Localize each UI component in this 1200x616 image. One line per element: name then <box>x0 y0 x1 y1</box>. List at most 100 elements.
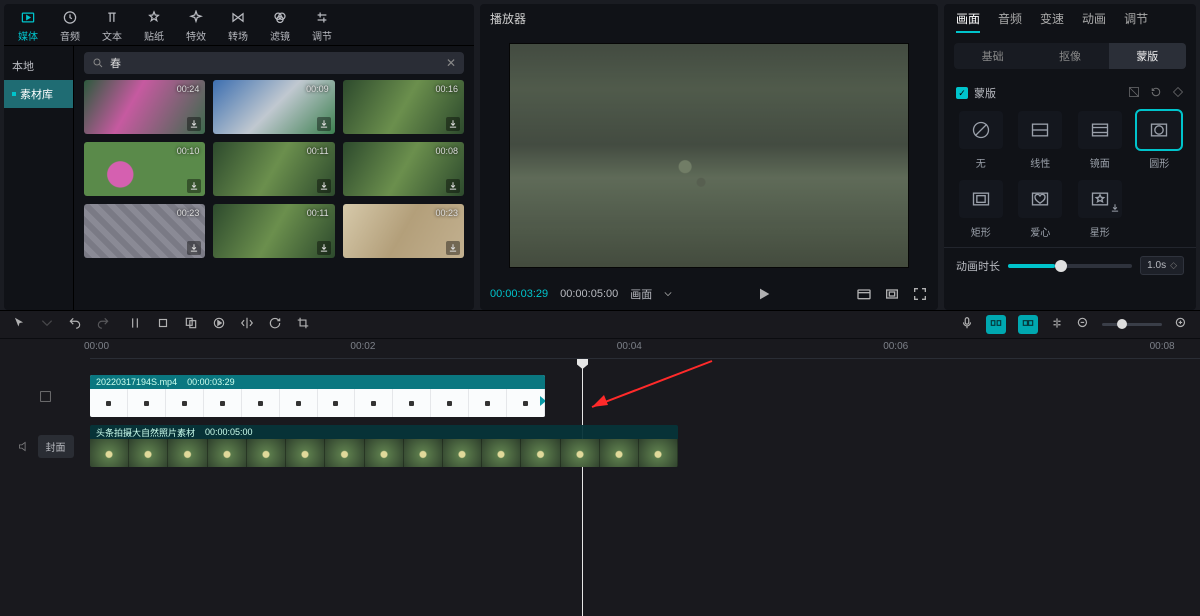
snapshot-button[interactable] <box>856 286 872 302</box>
zoom-out-button[interactable] <box>1076 316 1090 333</box>
split-button[interactable] <box>128 316 142 333</box>
track-head-overlay[interactable] <box>0 390 90 403</box>
reset-icon[interactable] <box>1150 86 1162 101</box>
media-thumb[interactable]: 00:09 <box>213 80 334 134</box>
mute-icon[interactable] <box>17 440 30 453</box>
search-icon <box>92 57 104 69</box>
search-input[interactable] <box>110 57 440 69</box>
scale-label[interactable]: 画面 <box>630 286 652 302</box>
copy-button[interactable] <box>184 316 198 333</box>
redo-button[interactable] <box>96 316 110 333</box>
download-icon[interactable] <box>317 241 331 255</box>
sidebar-item-library[interactable]: 素材库 <box>4 80 73 108</box>
mask-circle[interactable]: 圆形 <box>1135 111 1185 170</box>
media-thumb[interactable]: 00:08 <box>343 142 464 196</box>
zoom-slider[interactable] <box>1102 323 1162 326</box>
tab-animation[interactable]: 动画 <box>1082 10 1106 33</box>
link-button[interactable] <box>1018 315 1038 334</box>
mask-checkbox[interactable] <box>956 87 968 99</box>
track-head-main[interactable]: 封面 <box>0 435 90 458</box>
undo-button[interactable] <box>68 316 82 333</box>
media-thumb[interactable]: 00:10 <box>84 142 205 196</box>
keyframe-icon[interactable] <box>1172 86 1184 101</box>
toolbar-audio[interactable]: 音频 <box>60 10 80 43</box>
anim-value[interactable]: 1.0s <box>1140 256 1184 275</box>
download-icon[interactable] <box>317 117 331 131</box>
media-thumb[interactable]: 00:23 <box>84 204 205 258</box>
delete-button[interactable] <box>156 316 170 333</box>
fullscreen-button[interactable] <box>912 286 928 302</box>
magnet-button[interactable] <box>986 315 1006 334</box>
toolbar-adjust[interactable]: 调节 <box>312 10 332 43</box>
mask-none[interactable]: 无 <box>956 111 1006 170</box>
toolbar-transition[interactable]: 转场 <box>228 10 248 43</box>
tab-speed[interactable]: 变速 <box>1040 10 1064 33</box>
ratio-button[interactable] <box>884 286 900 302</box>
download-icon[interactable] <box>187 179 201 193</box>
search-box[interactable]: ✕ <box>84 52 464 74</box>
thumb-duration: 00:10 <box>177 146 200 156</box>
audio-icon <box>61 10 79 25</box>
toolbar-filter[interactable]: 滤镜 <box>270 10 290 43</box>
tab-adjust[interactable]: 调节 <box>1124 10 1148 33</box>
subtab-cutout[interactable]: 抠像 <box>1031 43 1108 69</box>
download-icon[interactable] <box>317 179 331 193</box>
download-icon[interactable] <box>187 117 201 131</box>
clip-overlay[interactable]: 20220317194S.mp400:00:03:29 <box>90 375 545 417</box>
media-thumb[interactable]: 00:16 <box>343 80 464 134</box>
toolbar-media[interactable]: 媒体 <box>18 10 38 43</box>
main-toolbar: 媒体 音频 文本 贴纸 特效 <box>4 4 474 46</box>
zoom-in-button[interactable] <box>1174 316 1188 333</box>
crop-button[interactable] <box>296 316 310 333</box>
effect-icon <box>187 10 205 25</box>
tab-audio[interactable]: 音频 <box>998 10 1022 33</box>
media-thumb[interactable]: 00:11 <box>213 142 334 196</box>
download-icon[interactable] <box>446 179 460 193</box>
media-thumb[interactable]: 00:23 <box>343 204 464 258</box>
toolbar-effect[interactable]: 特效 <box>186 10 206 43</box>
sidebar-item-local[interactable]: 本地 <box>4 52 73 80</box>
cover-button[interactable]: 封面 <box>38 435 74 458</box>
thumb-duration: 00:23 <box>435 208 458 218</box>
align-button[interactable] <box>1050 316 1064 333</box>
mask-star[interactable]: 星形 <box>1075 180 1125 239</box>
download-icon[interactable] <box>446 241 460 255</box>
inspector-panel: 画面 音频 变速 动画 调节 基础 抠像 蒙版 蒙版 <box>944 4 1196 310</box>
mask-linear[interactable]: 线性 <box>1016 111 1066 170</box>
clip-main[interactable]: 头条拍摄大自然照片素材00:00:05:00 <box>90 425 678 467</box>
thumb-duration: 00:23 <box>177 208 200 218</box>
select-dropdown-icon[interactable] <box>40 316 54 333</box>
timeline-toolbar <box>0 311 1200 339</box>
toolbar-text[interactable]: 文本 <box>102 10 122 43</box>
toolbar-sticker[interactable]: 贴纸 <box>144 10 164 43</box>
rotate-button[interactable] <box>268 316 282 333</box>
download-icon[interactable] <box>187 241 201 255</box>
download-icon[interactable] <box>446 117 460 131</box>
media-thumb[interactable]: 00:24 <box>84 80 205 134</box>
mic-button[interactable] <box>960 316 974 333</box>
ruler-tick: 00:08 <box>1150 341 1175 352</box>
mask-rect[interactable]: 矩形 <box>956 180 1006 239</box>
download-icon[interactable] <box>1110 203 1120 216</box>
record-button[interactable] <box>212 316 226 333</box>
media-panel: 媒体 音频 文本 贴纸 特效 <box>4 4 474 310</box>
subtab-mask[interactable]: 蒙版 <box>1109 43 1186 69</box>
invert-icon[interactable] <box>1128 86 1140 101</box>
thumb-duration: 00:11 <box>307 208 329 218</box>
select-tool[interactable] <box>12 316 26 333</box>
transition-icon <box>229 10 247 25</box>
tab-picture[interactable]: 画面 <box>956 10 980 33</box>
mirror-button[interactable] <box>240 316 254 333</box>
play-button[interactable] <box>756 286 772 302</box>
subtab-basic[interactable]: 基础 <box>954 43 1031 69</box>
media-thumb[interactable]: 00:11 <box>213 204 334 258</box>
anim-slider[interactable] <box>1008 264 1132 268</box>
thumb-duration: 00:16 <box>435 84 458 94</box>
player-viewport[interactable] <box>480 33 938 278</box>
mask-mirror[interactable]: 镜面 <box>1075 111 1125 170</box>
anim-label: 动画时长 <box>956 258 1000 274</box>
clear-icon[interactable]: ✕ <box>446 56 456 70</box>
mask-heart[interactable]: 爱心 <box>1016 180 1066 239</box>
chevron-down-icon[interactable] <box>664 290 672 298</box>
timeline-ruler[interactable]: 00:0000:0200:0400:0600:08 <box>90 339 1200 359</box>
